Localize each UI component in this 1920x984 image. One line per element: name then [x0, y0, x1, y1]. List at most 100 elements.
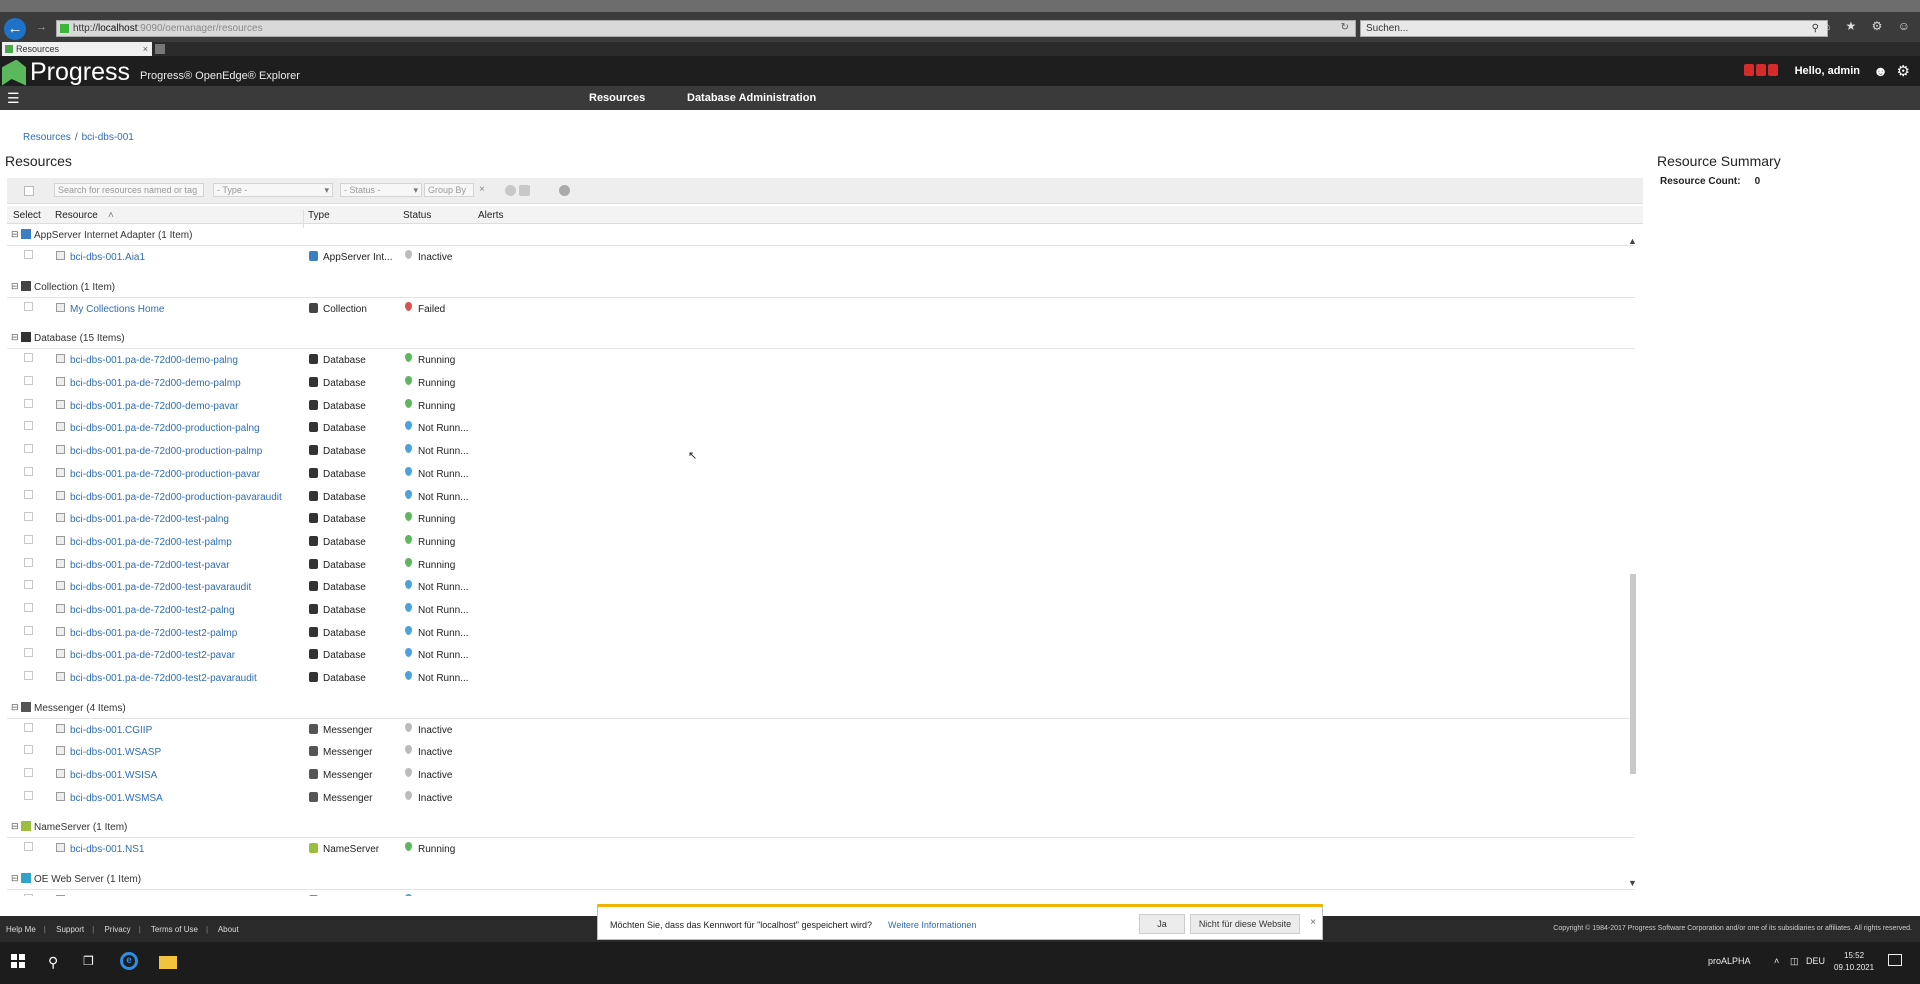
- row-checkbox[interactable]: [24, 745, 33, 755]
- row-checkbox[interactable]: [24, 790, 33, 800]
- clear-filter-icon[interactable]: ×: [479, 184, 485, 195]
- resource-row[interactable]: bci-dbs-001.oewsa1OE Web ServerNot Runn.…: [7, 890, 1635, 896]
- gear-icon[interactable]: ⚙: [1897, 62, 1910, 80]
- resource-name-link[interactable]: bci-dbs-001.WSMSA: [70, 793, 163, 804]
- nav-resources[interactable]: Resources: [589, 92, 645, 104]
- group-header[interactable]: ⊟ Database (15 Items): [7, 329, 1635, 350]
- tray-app-label[interactable]: proALPHA: [1708, 956, 1751, 966]
- not-for-this-site-button[interactable]: Nicht für diese Website: [1190, 914, 1300, 934]
- row-checkbox[interactable]: [24, 250, 33, 259]
- task-view-icon[interactable]: ❐: [83, 954, 94, 968]
- search-icon[interactable]: ⚲: [48, 954, 58, 971]
- row-checkbox[interactable]: [24, 842, 33, 852]
- tab-close-icon[interactable]: ×: [143, 42, 148, 56]
- resource-row[interactable]: bci-dbs-001.WSMSA Messenger Inactive: [7, 787, 1635, 810]
- row-checkbox[interactable]: [24, 301, 33, 311]
- row-checkbox[interactable]: [24, 602, 33, 612]
- resource-row[interactable]: bci-dbs-001.pa-de-72d00-production-palmp…: [7, 440, 1635, 463]
- new-tab-button[interactable]: [155, 44, 165, 54]
- resource-row[interactable]: bci-dbs-001.pa-de-72d00-test2-palng Datab…: [7, 599, 1635, 622]
- footer-link-terms[interactable]: Terms of Use: [151, 925, 198, 934]
- select-all-checkbox[interactable]: [24, 186, 34, 196]
- resource-row[interactable]: My Collections Home Collection Failed: [7, 298, 1635, 321]
- group-header[interactable]: ⊟ NameServer (1 Item): [7, 818, 1635, 839]
- resource-row[interactable]: bci-dbs-001.WSISA Messenger Inactive: [7, 764, 1635, 787]
- user-icon[interactable]: ☻: [1873, 63, 1888, 79]
- resource-name-link[interactable]: My Collections Home: [70, 304, 164, 315]
- nav-database-administration[interactable]: Database Administration: [687, 92, 816, 104]
- group-by-select[interactable]: Group By: [424, 183, 474, 197]
- resource-name-link[interactable]: bci-dbs-001.pa-de-72d00-production-palmp: [70, 446, 262, 457]
- yes-button[interactable]: Ja: [1139, 914, 1185, 934]
- group-header[interactable]: ⊟ AppServer Internet Adapter (1 Item): [7, 226, 1635, 246]
- alerts-indicator[interactable]: [1744, 64, 1778, 76]
- col-type[interactable]: Type: [308, 210, 330, 221]
- row-checkbox[interactable]: [24, 768, 33, 778]
- collapse-icon[interactable]: ⊟: [11, 229, 19, 240]
- resource-row[interactable]: bci-dbs-001.pa-de-72d00-test2-pavar Datab…: [7, 644, 1635, 667]
- breadcrumb-current[interactable]: bci-dbs-001: [82, 132, 134, 143]
- row-checkbox[interactable]: [24, 671, 33, 680]
- group-header[interactable]: ⊟ OE Web Server (1 Item): [7, 870, 1635, 891]
- resource-row[interactable]: bci-dbs-001.pa-de-72d00-production-pavar…: [7, 486, 1635, 509]
- resource-name-link[interactable]: bci-dbs-001.pa-de-72d00-test2-palng: [70, 605, 235, 616]
- internet-explorer-icon[interactable]: e: [120, 952, 138, 970]
- row-checkbox[interactable]: [24, 894, 33, 896]
- browser-toolbar-icons[interactable]: ⌂ ★ ⚙ ☺: [1823, 19, 1916, 33]
- network-icon[interactable]: ◫: [1790, 956, 1799, 967]
- row-checkbox[interactable]: [24, 625, 33, 635]
- windows-start-icon[interactable]: [11, 954, 25, 968]
- browser-search-input[interactable]: Suchen... ⚲: [1360, 20, 1828, 37]
- row-checkbox[interactable]: [24, 353, 33, 363]
- chevron-down-icon[interactable]: ▼: [1628, 878, 1637, 888]
- resource-name-link[interactable]: bci-dbs-001.Aia1: [70, 252, 145, 263]
- row-checkbox[interactable]: [24, 444, 33, 454]
- resource-name-link[interactable]: bci-dbs-001.pa-de-72d00-test2-pavaraudit: [70, 673, 257, 684]
- resource-name-link[interactable]: bci-dbs-001.pa-de-72d00-demo-palmp: [70, 378, 241, 389]
- row-checkbox[interactable]: [24, 557, 33, 567]
- footer-link-help[interactable]: Help Me: [6, 925, 36, 934]
- grid-scrollbar[interactable]: ▲ ▼: [1627, 236, 1639, 888]
- resource-row[interactable]: bci-dbs-001.pa-de-72d00-test2-palmp Datab…: [7, 622, 1635, 645]
- collapse-icon[interactable]: ⊟: [11, 873, 19, 884]
- notification-center-icon[interactable]: [1888, 954, 1902, 966]
- user-greeting[interactable]: Hello, admin: [1795, 65, 1860, 77]
- row-checkbox[interactable]: [24, 466, 33, 476]
- row-checkbox[interactable]: [24, 512, 33, 522]
- row-checkbox[interactable]: [24, 489, 33, 499]
- footer-link-privacy[interactable]: Privacy: [104, 925, 130, 934]
- resource-name-link[interactable]: bci-dbs-001.pa-de-72d00-production-pavar: [70, 469, 260, 480]
- forward-arrow-icon[interactable]: →: [36, 21, 47, 33]
- row-checkbox[interactable]: [24, 376, 33, 386]
- status-filter-select[interactable]: - Status - ▾: [340, 183, 422, 197]
- search-icon[interactable]: ⚲: [1812, 23, 1819, 34]
- resource-row[interactable]: bci-dbs-001.pa-de-72d00-test-pavaraudit D…: [7, 576, 1635, 599]
- group-header[interactable]: ⊟ Messenger (4 Items): [7, 699, 1635, 719]
- resource-name-link[interactable]: bci-dbs-001.pa-de-72d00-demo-palng: [70, 355, 238, 366]
- progress-logo[interactable]: Progress: [2, 58, 130, 87]
- resource-name-link[interactable]: bci-dbs-001.CGIIP: [70, 725, 152, 736]
- resource-row[interactable]: bci-dbs-001.pa-de-72d00-demo-pavar Databa…: [7, 395, 1635, 418]
- close-icon[interactable]: ×: [1310, 917, 1316, 928]
- resource-row[interactable]: bci-dbs-001.CGIIP Messenger Inactive: [7, 719, 1635, 742]
- more-info-link[interactable]: Weitere Informationen: [888, 920, 976, 930]
- resource-row[interactable]: bci-dbs-001.WSASP Messenger Inactive: [7, 741, 1635, 764]
- resource-name-link[interactable]: bci-dbs-001.pa-de-72d00-test-palng: [70, 514, 229, 525]
- resource-name-link[interactable]: bci-dbs-001.NS1: [70, 844, 144, 855]
- group-header[interactable]: ⊟ Collection (1 Item): [7, 278, 1635, 298]
- collapse-icon[interactable]: ⊟: [11, 702, 19, 713]
- refresh-icon[interactable]: ↻: [1341, 22, 1349, 33]
- resource-name-link[interactable]: bci-dbs-001.pa-de-72d00-test2-palmp: [70, 628, 237, 639]
- collapse-icon[interactable]: ⊟: [11, 821, 19, 832]
- stop-icon[interactable]: [519, 185, 530, 196]
- address-bar[interactable]: http://localhost:9090/oemanager/resource…: [56, 20, 1356, 37]
- footer-link-about[interactable]: About: [218, 925, 239, 934]
- row-checkbox[interactable]: [24, 580, 33, 590]
- col-alerts[interactable]: Alerts: [478, 210, 504, 221]
- resource-name-link[interactable]: bci-dbs-001.pa-de-72d00-test-palmp: [70, 537, 232, 548]
- resource-row[interactable]: bci-dbs-001.pa-de-72d00-test-palng Databa…: [7, 508, 1635, 531]
- resource-name-link[interactable]: bci-dbs-001.pa-de-72d00-production-palng: [70, 423, 260, 434]
- row-checkbox[interactable]: [24, 648, 33, 658]
- resource-row[interactable]: bci-dbs-001.pa-de-72d00-production-pavar…: [7, 463, 1635, 486]
- back-arrow-icon[interactable]: ←: [4, 18, 26, 40]
